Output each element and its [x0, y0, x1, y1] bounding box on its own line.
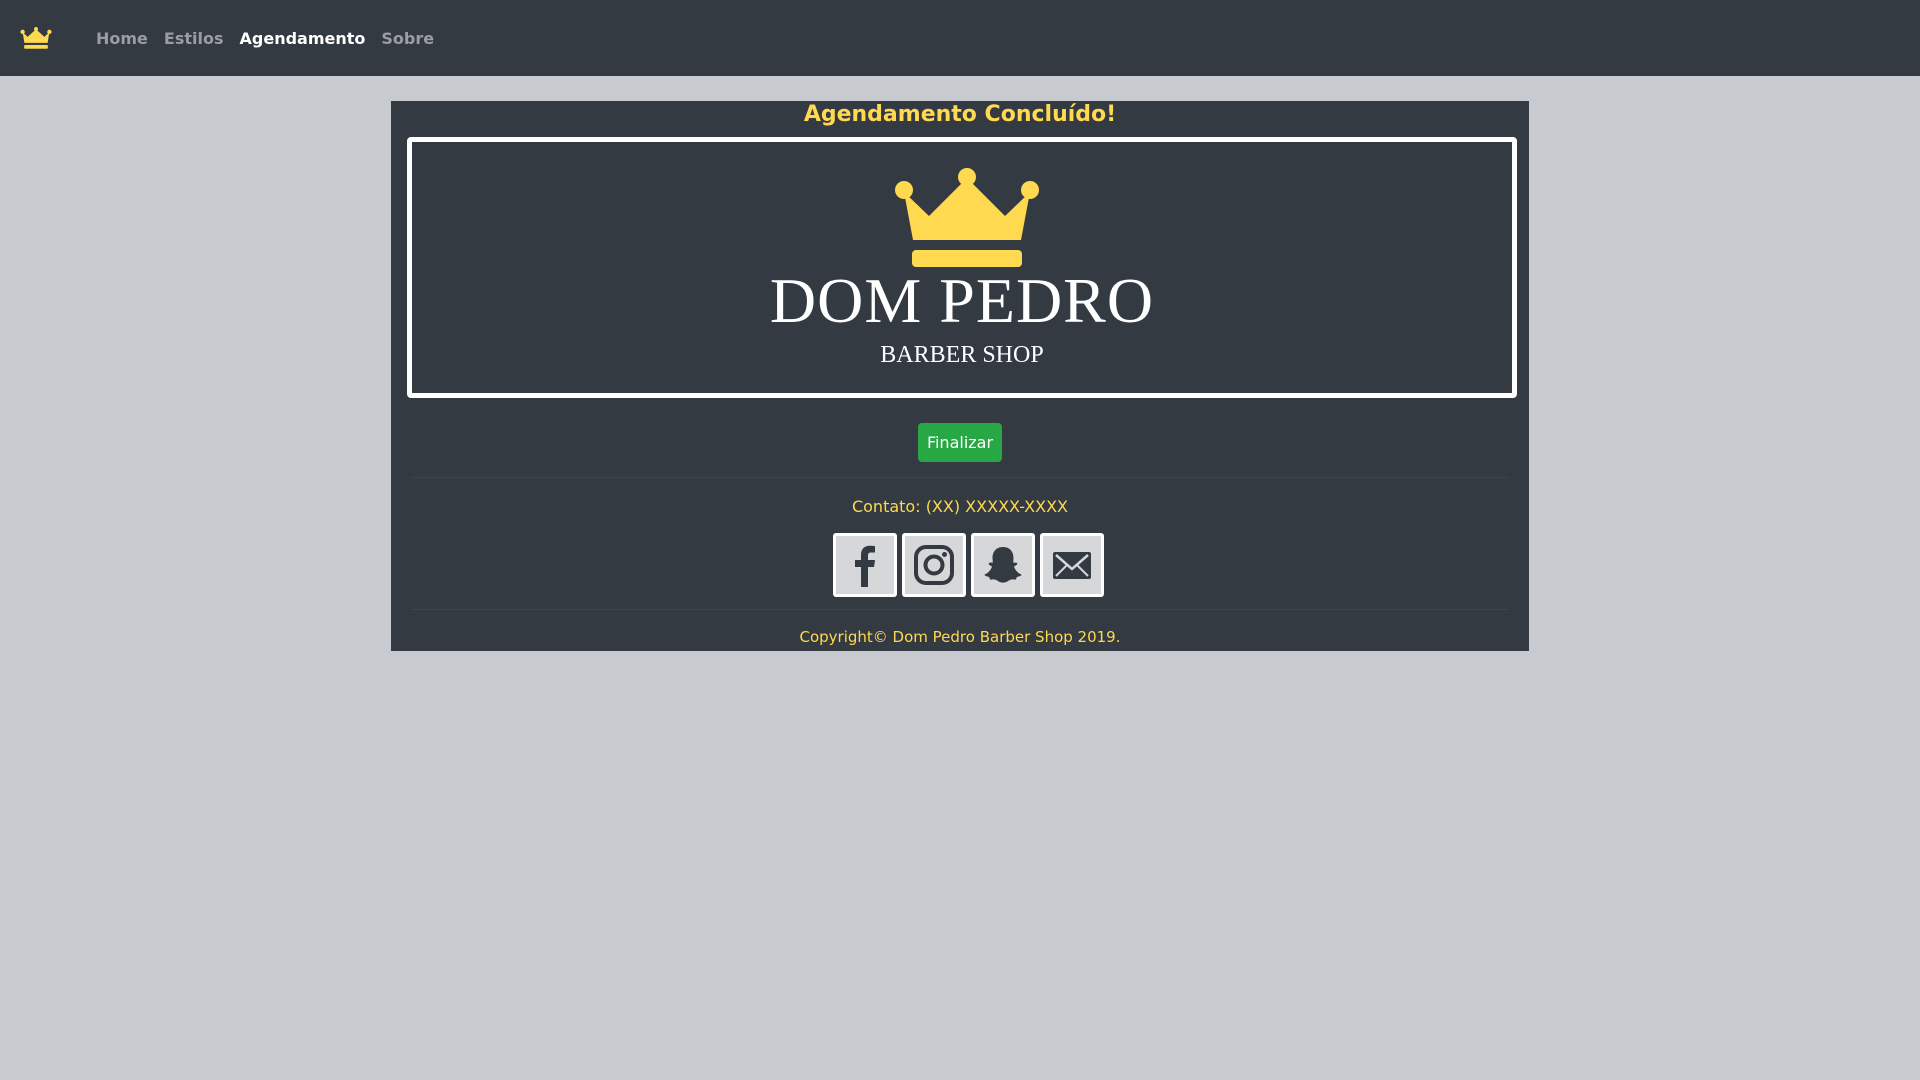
email-link[interactable]	[1040, 533, 1104, 597]
instagram-link[interactable]	[902, 533, 966, 597]
crown-icon[interactable]	[20, 26, 52, 50]
divider	[411, 477, 1509, 478]
divider	[411, 609, 1509, 610]
finalize-button[interactable]: Finalizar	[918, 423, 1002, 462]
crown-icon	[895, 168, 1039, 267]
copyright-text: Copyright© Dom Pedro Barber Shop 2019.	[799, 628, 1121, 646]
snapchat-icon	[984, 547, 1022, 583]
snapchat-link[interactable]	[971, 533, 1035, 597]
nav-links: Home Estilos Agendamento Sobre	[88, 0, 442, 76]
nav-item-sobre[interactable]: Sobre	[373, 29, 442, 48]
brand-name: DOM PEDRO	[769, 265, 1155, 336]
nav-item-home[interactable]: Home	[88, 29, 156, 48]
facebook-link[interactable]	[833, 533, 897, 597]
nav-item-estilos[interactable]: Estilos	[156, 29, 232, 48]
mail-icon	[1053, 552, 1091, 579]
nav-item-agendamento[interactable]: Agendamento	[232, 29, 374, 48]
social-links	[833, 533, 1104, 597]
instagram-icon	[914, 545, 954, 585]
confirmation-card: Agendamento Concluído! DOM PEDRO BARBER …	[391, 101, 1529, 651]
facebook-icon	[855, 545, 875, 587]
brand-subtitle: BARBER SHOP	[880, 342, 1044, 368]
page-title: Agendamento Concluído!	[803, 102, 1117, 127]
brand-logo-box: DOM PEDRO BARBER SHOP	[407, 137, 1517, 398]
contact-text: Contato: (XX) XXXXX-XXXX	[851, 497, 1069, 516]
top-navbar: Home Estilos Agendamento Sobre	[0, 0, 1920, 76]
